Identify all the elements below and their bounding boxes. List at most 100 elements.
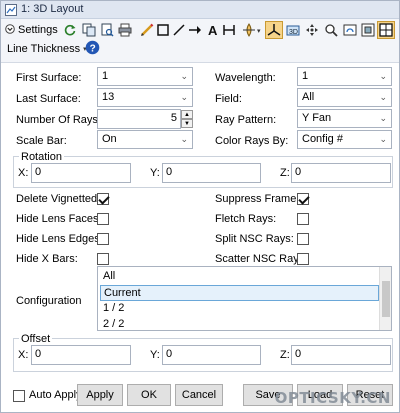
- offset-z-value: 0: [295, 348, 302, 360]
- dimension-icon[interactable]: [220, 21, 238, 39]
- title-bar: 1: 3D Layout: [1, 1, 399, 19]
- field-value: All: [302, 91, 315, 103]
- fletch-rays-checkbox[interactable]: [297, 213, 309, 225]
- scrollbar-thumb[interactable]: [382, 281, 390, 317]
- copy-icon[interactable]: [80, 21, 98, 39]
- offset-x-label: X:: [18, 349, 29, 361]
- list-item-selected[interactable]: Current: [100, 285, 379, 301]
- chevron-down-icon: ⌄: [180, 134, 188, 144]
- spin-up-icon[interactable]: ▲: [181, 110, 193, 119]
- scale-bar-label: Scale Bar:: [16, 135, 67, 147]
- delete-vignetted-label: Delete Vignetted:: [16, 193, 101, 205]
- chevron-down-icon: [5, 23, 15, 37]
- offset-y-label: Y:: [150, 349, 160, 361]
- pan-icon[interactable]: [303, 21, 321, 39]
- svg-text:?: ?: [90, 44, 96, 55]
- color-rays-by-value: Config #: [302, 133, 343, 145]
- list-scrollbar[interactable]: [379, 267, 391, 330]
- rotation-label: Rotation: [19, 151, 64, 163]
- layout-icon[interactable]: [377, 21, 395, 39]
- color-rays-by-label: Color Rays By:: [215, 135, 289, 147]
- number-of-rays-input[interactable]: 5: [97, 109, 181, 129]
- offset-y-input[interactable]: 0: [162, 345, 261, 365]
- rotation-y-input[interactable]: 0: [162, 163, 261, 183]
- arrow-icon[interactable]: [186, 21, 204, 39]
- svg-text:A: A: [208, 23, 218, 37]
- list-item[interactable]: 2 / 2: [100, 317, 379, 330]
- suppress-frame-checkbox[interactable]: [297, 193, 309, 205]
- chevron-down-icon: ⌄: [180, 71, 188, 81]
- ray-pattern-value: Y Fan: [302, 112, 332, 124]
- first-surface-value: 1: [102, 70, 109, 82]
- number-of-rays-value: 5: [170, 112, 177, 124]
- hide-lens-edges-checkbox[interactable]: [97, 233, 109, 245]
- refresh-icon[interactable]: [61, 21, 79, 39]
- ray-pattern-select[interactable]: Y Fan ⌄: [297, 109, 392, 128]
- hide-x-bars-checkbox[interactable]: [97, 253, 109, 265]
- fletch-rays-label: Fletch Rays:: [215, 213, 277, 225]
- rotation-z-label: Z:: [280, 167, 290, 179]
- auto-apply-checkbox[interactable]: [13, 390, 25, 402]
- fit-icon[interactable]: [359, 21, 377, 39]
- offset-x-input[interactable]: 0: [31, 345, 131, 365]
- zoom-icon[interactable]: [322, 21, 340, 39]
- print-icon[interactable]: [116, 21, 134, 39]
- offset-z-label: Z:: [280, 349, 290, 361]
- hide-lens-faces-checkbox[interactable]: [97, 213, 109, 225]
- first-surface-label: First Surface:: [16, 72, 82, 84]
- svg-text:3D: 3D: [289, 29, 298, 36]
- chevron-down-icon[interactable]: ▾: [257, 27, 261, 35]
- lens-icon[interactable]: [240, 21, 258, 39]
- chevron-down-icon: ⌄: [379, 71, 387, 81]
- configuration-list[interactable]: All Current 1 / 2 2 / 2: [97, 266, 392, 331]
- chevron-down-icon: ⌄: [379, 134, 387, 144]
- print-preview-icon[interactable]: [98, 21, 116, 39]
- cancel-button[interactable]: Cancel: [175, 384, 223, 406]
- wavelength-select[interactable]: 1 ⌄: [297, 67, 392, 86]
- rotation-x-label: X:: [18, 167, 29, 179]
- offset-y-value: 0: [166, 348, 173, 360]
- axes-icon[interactable]: [265, 21, 283, 39]
- list-item[interactable]: All: [100, 269, 379, 285]
- color-rays-by-select[interactable]: Config # ⌄: [297, 130, 392, 149]
- line-thickness-dropdown[interactable]: Line Thickness ▾: [7, 41, 87, 57]
- chevron-down-icon: ⌄: [379, 92, 387, 102]
- last-surface-label: Last Surface:: [16, 93, 81, 105]
- layout-window: 1: 3D Layout Settings A ▾ 3D Line Thickn…: [0, 0, 400, 413]
- toolbar: Settings A ▾ 3D Line Thickness ▾ ?: [1, 19, 399, 63]
- window-icon: [5, 4, 17, 16]
- settings-label: Settings: [18, 24, 58, 36]
- split-nsc-rays-checkbox[interactable]: [297, 233, 309, 245]
- number-of-rays-label: Number Of Rays:: [16, 114, 101, 126]
- field-label: Field:: [215, 93, 242, 105]
- scale-bar-select[interactable]: On ⌄: [97, 130, 193, 149]
- rotation-z-input[interactable]: 0: [291, 163, 391, 183]
- rotate-icon[interactable]: [341, 21, 359, 39]
- rotation-y-label: Y:: [150, 167, 160, 179]
- last-surface-value: 13: [102, 91, 115, 103]
- rotation-x-input[interactable]: 0: [31, 163, 131, 183]
- list-item[interactable]: 1 / 2: [100, 301, 379, 317]
- last-surface-select[interactable]: 13 ⌄: [97, 88, 193, 107]
- watermark-logo: OPTICSKY.CN: [274, 389, 391, 407]
- scatter-nsc-rays-checkbox[interactable]: [297, 253, 309, 265]
- settings-button[interactable]: Settings: [5, 21, 58, 39]
- 3d-view-icon[interactable]: 3D: [284, 21, 302, 39]
- configuration-label: Configuration: [16, 295, 82, 307]
- wavelength-label: Wavelength:: [215, 72, 276, 84]
- offset-x-value: 0: [35, 348, 42, 360]
- number-of-rays-spinner[interactable]: ▲ ▼: [181, 110, 193, 128]
- spin-down-icon[interactable]: ▼: [181, 119, 193, 128]
- auto-apply-label: Auto Apply: [29, 389, 82, 401]
- offset-z-input[interactable]: 0: [291, 345, 391, 365]
- hide-lens-faces-label: Hide Lens Faces:: [16, 213, 102, 225]
- first-surface-select[interactable]: 1 ⌄: [97, 67, 193, 86]
- field-select[interactable]: All ⌄: [297, 88, 392, 107]
- apply-button[interactable]: Apply: [77, 384, 123, 406]
- delete-vignetted-checkbox[interactable]: [97, 193, 109, 205]
- rotation-x-value: 0: [35, 166, 42, 178]
- scale-bar-value: On: [102, 133, 117, 145]
- help-icon[interactable]: ?: [85, 40, 100, 58]
- ok-button[interactable]: OK: [127, 384, 171, 406]
- offset-label: Offset: [19, 333, 53, 345]
